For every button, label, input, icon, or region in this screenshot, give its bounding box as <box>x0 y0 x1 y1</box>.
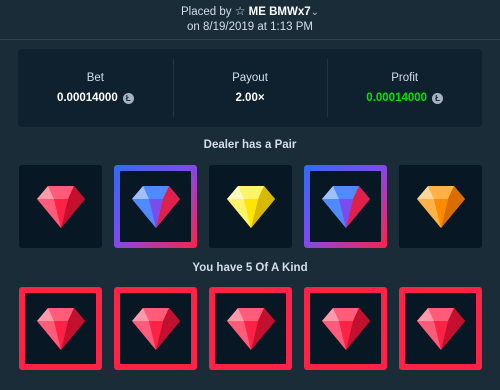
dealer-gem-card-2 <box>114 165 197 248</box>
username[interactable]: ME BMWx7 <box>249 6 311 18</box>
chevron-down-icon[interactable]: ⌄ <box>311 7 319 18</box>
card-face <box>310 293 381 364</box>
ruby-gem-icon <box>131 307 180 350</box>
bet-stats-panel: Bet 0.00014000 Ł Payout 2.00× Profit 0.0… <box>18 49 482 127</box>
dealer-gem-card-5 <box>399 165 482 248</box>
bet-amount: 0.00014000 Ł <box>57 92 134 104</box>
placed-by-line: Placed by ☆ ME BMWx7⌄ <box>0 4 500 20</box>
sapphire-gem-icon <box>321 185 370 228</box>
litecoin-icon: Ł <box>122 92 134 104</box>
payout-value: 2.00× <box>235 92 265 104</box>
profit-stat: Profit 0.00014000 Ł <box>327 49 482 127</box>
card-face <box>399 165 482 248</box>
bet-header: Placed by ☆ ME BMWx7⌄ on 8/19/2019 at 1:… <box>0 4 500 35</box>
placed-by-label: Placed by <box>180 6 232 18</box>
card-face <box>120 171 191 242</box>
player-result-title: You have 5 Of A Kind <box>192 262 308 274</box>
profit-amount: 0.00014000 Ł <box>366 92 444 104</box>
divider <box>0 39 500 40</box>
ruby-gem-icon <box>321 307 370 350</box>
ruby-gem-icon <box>416 307 465 350</box>
player-gem-card-5 <box>399 287 482 370</box>
bet-label: Bet <box>86 72 104 84</box>
dealer-result-title: Dealer has a Pair <box>203 139 297 151</box>
player-gem-card-4 <box>304 287 387 370</box>
player-gem-card-1 <box>19 287 102 370</box>
star-icon: ☆ <box>234 4 246 18</box>
dealer-gem-card-3 <box>209 165 292 248</box>
bet-value: 0.00014000 <box>56 92 118 104</box>
dealer-gem-row <box>19 165 483 248</box>
profit-value: 0.00014000 <box>366 92 428 104</box>
card-face <box>209 165 292 248</box>
card-face <box>25 293 96 364</box>
ruby-gem-icon <box>36 185 85 228</box>
player-gem-card-3 <box>209 287 292 370</box>
card-face <box>120 293 191 364</box>
dealer-gem-card-4 <box>304 165 387 248</box>
player-gem-card-2 <box>114 287 197 370</box>
payout-label: Payout <box>232 72 268 84</box>
litecoin-icon: Ł <box>432 92 444 104</box>
card-face <box>310 171 381 242</box>
bet-date: on 8/19/2019 at 1:13 PM <box>187 21 313 33</box>
card-face <box>215 293 286 364</box>
card-face <box>19 165 102 248</box>
sapphire-gem-icon <box>131 185 180 228</box>
ruby-gem-icon <box>226 307 275 350</box>
dealer-gem-card-1 <box>19 165 102 248</box>
ruby-gem-icon <box>36 307 85 350</box>
card-face <box>405 293 476 364</box>
player-gem-row <box>19 287 483 370</box>
bet-stat: Bet 0.00014000 Ł <box>18 49 173 127</box>
payout-amount: 2.00× <box>235 92 264 104</box>
profit-label: Profit <box>391 72 419 84</box>
amber-gem-icon <box>416 185 465 228</box>
payout-stat: Payout 2.00× <box>172 49 328 127</box>
topaz-gem-icon <box>226 185 275 228</box>
